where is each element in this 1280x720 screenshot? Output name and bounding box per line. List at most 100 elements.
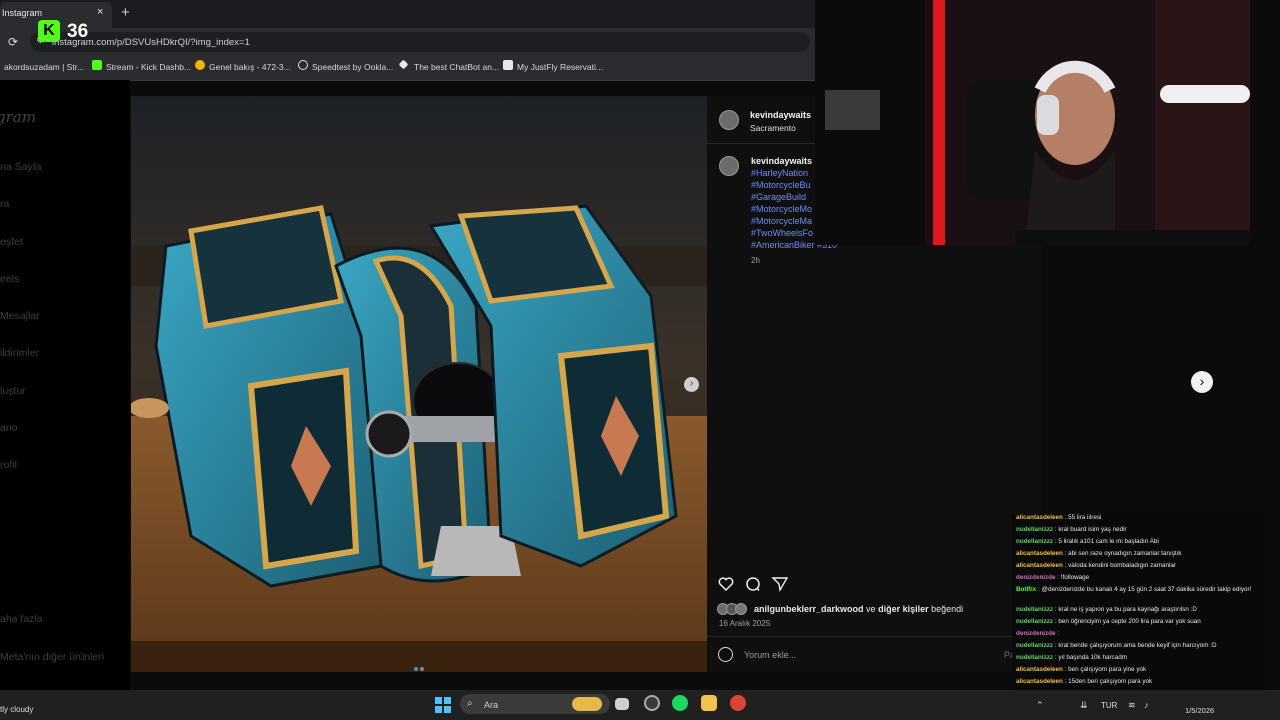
- nav-home[interactable]: na Sayfa: [0, 161, 41, 173]
- wifi-icon[interactable]: ≋: [1128, 700, 1136, 711]
- chat-username[interactable]: nudellanizzz: [1016, 526, 1053, 533]
- chat-username[interactable]: denizdenizde: [1016, 574, 1056, 581]
- chat-username[interactable]: alicantasdeleen: [1016, 550, 1063, 557]
- chat-username[interactable]: alicantasdeleen: [1016, 514, 1063, 521]
- chat-message: alicantasdeleen : 15den beri çalışıyom p…: [1016, 678, 1261, 686]
- spotify-icon[interactable]: [672, 695, 688, 711]
- hashtag-link[interactable]: #MotorcycleMo: [751, 204, 812, 214]
- chat-username[interactable]: alicantasdeleen: [1016, 678, 1063, 685]
- windows-start-icon[interactable]: [435, 697, 451, 713]
- hashtag-link[interactable]: #GarageBuild: [751, 192, 806, 202]
- reload-icon[interactable]: ⟳: [8, 35, 18, 49]
- tab-title: Instagram: [2, 8, 43, 18]
- liked-by-user[interactable]: anilgunbeklerr_darkwood: [754, 604, 864, 614]
- widgets-icon[interactable]: [572, 697, 602, 711]
- chat-text: : 5 liralık a101 cam le mi başladın Abi: [1054, 538, 1159, 545]
- analytics-icon: [195, 60, 205, 70]
- carousel-indicator: [414, 658, 426, 676]
- chat-username[interactable]: nudellanizzz: [1016, 642, 1053, 649]
- hashtag-link[interactable]: #TwoWheelsFo: [751, 228, 813, 238]
- emoji-icon[interactable]: [718, 647, 733, 662]
- post-location[interactable]: Sacramento: [750, 123, 796, 133]
- chat-username[interactable]: BotRix: [1016, 586, 1036, 593]
- chat-text: :: [1057, 630, 1060, 637]
- chat-text: : yıl başında 10k harcadm: [1054, 654, 1127, 661]
- chat-message: nudellanizzz : kral bende çalışıyorum am…: [1016, 642, 1261, 650]
- language-indicator[interactable]: TUR: [1101, 701, 1117, 710]
- chat-username[interactable]: nudellanizzz: [1016, 618, 1053, 625]
- caption-username[interactable]: kevindaywaits: [751, 156, 812, 166]
- liked-by-others[interactable]: diğer kişiler: [878, 604, 929, 614]
- chat-message: nudellanizzz : yıl başında 10k harcadm: [1016, 654, 1261, 662]
- bookmark-justfly[interactable]: My JustFly Reservati...: [517, 62, 603, 72]
- chat-message: nudellanizzz : ben öğrenciyim ya cepte 2…: [1016, 618, 1261, 626]
- chat-username[interactable]: nudellanizzz: [1016, 606, 1053, 613]
- carousel-dot-active: [414, 667, 418, 671]
- taskbar-search-text[interactable]: Ara: [484, 700, 498, 710]
- post-age: 2h: [751, 256, 760, 265]
- taskbar: [0, 690, 1280, 720]
- hashtag-link[interactable]: #HarleyNation: [751, 168, 808, 178]
- chat-username[interactable]: nudellanizzz: [1016, 654, 1053, 661]
- chat-message: alicantasdeleen : valoda kendini bombala…: [1016, 562, 1261, 570]
- tray-usb-icon[interactable]: ⇊: [1080, 700, 1088, 711]
- chat-message: alicantasdeleen : abi sen raze oynadıgın…: [1016, 550, 1261, 558]
- hashtag-link[interactable]: #MotorcycleMa: [751, 216, 812, 226]
- chat-username[interactable]: denizdenizde: [1016, 630, 1056, 637]
- chat-username[interactable]: alicantasdeleen: [1016, 666, 1063, 673]
- nav-profile[interactable]: rofil: [0, 459, 17, 471]
- next-photo-button[interactable]: ›: [684, 377, 699, 392]
- chat-username[interactable]: alicantasdeleen: [1016, 562, 1063, 569]
- weather-widget[interactable]: tly cloudy: [0, 705, 33, 714]
- tab-close-button[interactable]: ×: [97, 6, 103, 18]
- chat-message: alicantasdeleen : 55 lira iiiresi: [1016, 514, 1261, 522]
- app-icon[interactable]: [644, 695, 660, 711]
- chat-text: : 55 lira iiiresi: [1064, 514, 1102, 521]
- likes-summary[interactable]: anilgunbeklerr_darkwood ve diğer kişiler…: [754, 604, 963, 614]
- chat-message: nudellanizzz : 5 liralık a101 cam le mi …: [1016, 538, 1261, 546]
- kick-icon: [92, 60, 102, 70]
- nav-create[interactable]: luştur: [0, 385, 26, 397]
- search-icon: ⌕: [467, 698, 473, 709]
- nav-search[interactable]: ra: [0, 198, 9, 210]
- webcam-overlay: [815, 0, 1250, 245]
- comment-input[interactable]: Yorum ekle...: [744, 650, 796, 660]
- nav-messages[interactable]: Mesajlar: [0, 310, 40, 322]
- bookmark-genel-bakis[interactable]: Genel bakış - 472-3...: [209, 62, 291, 72]
- chat-text: : abi sen raze oynadıgın zamanlar tanışt…: [1064, 550, 1182, 557]
- author-username[interactable]: kevindaywaits: [750, 110, 811, 120]
- chat-text: : kral ne iş yapıon ya bu para kaynağı a…: [1054, 606, 1197, 613]
- bookmark-kick-dashboard[interactable]: Stream - Kick Dashb...: [106, 62, 191, 72]
- bookmark-chatbot[interactable]: The best ChatBot an...: [414, 62, 499, 72]
- file-explorer-icon[interactable]: [701, 695, 717, 711]
- author-avatar[interactable]: [719, 110, 739, 130]
- comment-icon[interactable]: [744, 575, 762, 593]
- viewer-count: 36: [67, 21, 89, 42]
- caption-avatar[interactable]: [719, 156, 739, 176]
- nav-reels[interactable]: eels: [0, 273, 19, 285]
- chat-text: : kral bende çalışıyorum ama bende keyif…: [1054, 642, 1217, 649]
- new-tab-button[interactable]: +: [121, 4, 130, 21]
- tray-chevron-icon[interactable]: ⌃: [1036, 700, 1044, 711]
- task-view-icon[interactable]: [615, 698, 629, 710]
- bookmark-speedtest[interactable]: Speedtest by Ookla...: [312, 62, 393, 72]
- hashtag-link[interactable]: #MotorcycleBu: [751, 180, 811, 190]
- nav-more[interactable]: aha fazla: [0, 613, 43, 625]
- instagram-logo[interactable]: gram: [0, 108, 36, 126]
- chat-message: denizdenizde :: [1016, 630, 1261, 638]
- nav-explore[interactable]: eşfet: [0, 236, 23, 248]
- taskbar-date[interactable]: 1/5/2026: [1185, 706, 1214, 715]
- chrome-icon[interactable]: [730, 695, 746, 711]
- next-post-button[interactable]: ›: [1191, 371, 1213, 393]
- share-icon[interactable]: [771, 575, 789, 593]
- nav-dashboard[interactable]: ano: [0, 422, 18, 434]
- post-date: 16 Aralık 2025: [719, 619, 771, 628]
- volume-icon[interactable]: ♪: [1144, 700, 1149, 710]
- chat-message: nudellanizzz : kral buard isim yaş nedir: [1016, 526, 1261, 534]
- nav-notifications[interactable]: ildirimler: [0, 347, 39, 359]
- nav-meta-products[interactable]: Meta'nın diğer ürünleri: [0, 651, 104, 663]
- post-image[interactable]: [131, 96, 707, 672]
- bookmark-akordsuzadam[interactable]: akordsuzadam | Str...: [4, 62, 84, 72]
- like-heart-icon[interactable]: [717, 575, 735, 593]
- chat-username[interactable]: nudellanizzz: [1016, 538, 1053, 545]
